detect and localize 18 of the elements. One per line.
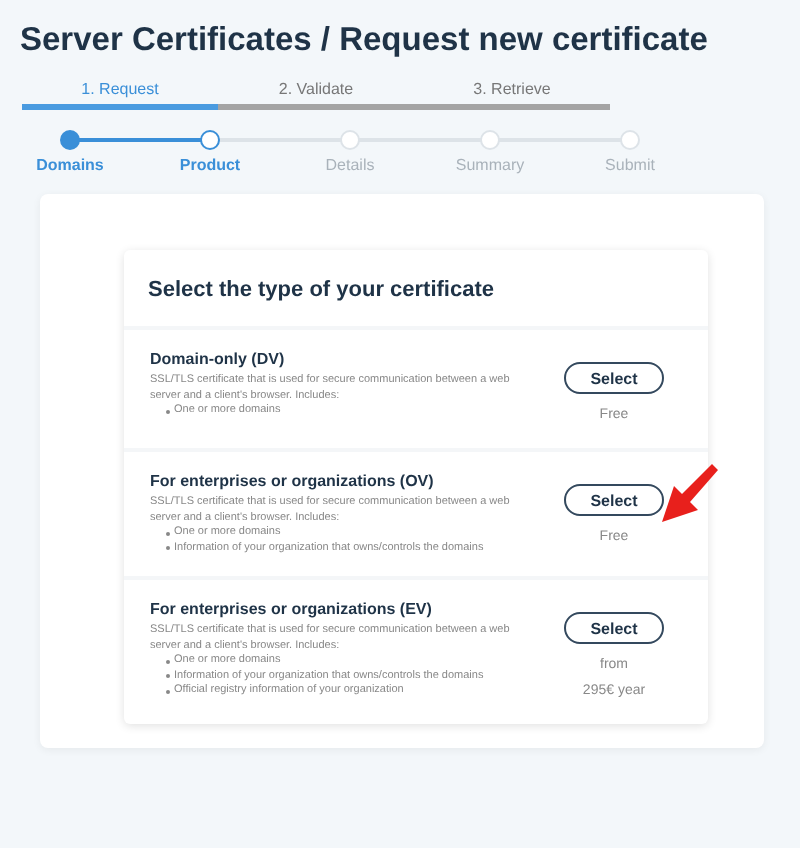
wizard-tab[interactable]: 2. Validate [218, 80, 414, 110]
step-label: Product [179, 156, 241, 174]
arrow-icon [656, 460, 724, 528]
select-button[interactable]: Select [564, 362, 664, 394]
select-button[interactable]: Select [564, 612, 664, 644]
option-name: For enterprises or organizations (OV) [150, 472, 436, 490]
wizard-tab[interactable]: 3. Retrieve [414, 80, 610, 110]
card-title: Select the type of your certificate [146, 276, 496, 306]
option-name: For enterprises or organizations (EV) [150, 600, 434, 618]
select-button[interactable]: Select [564, 484, 664, 516]
step-label: Domains [36, 156, 104, 174]
step-label: Submit [605, 156, 655, 174]
option-name: Domain-only (DV) [150, 350, 287, 368]
page-title: Server Certificates / Request new certificate [18, 20, 710, 62]
step-label: Details [325, 156, 375, 174]
step-dot[interactable] [200, 130, 220, 150]
step-label: Summary [455, 156, 525, 174]
step-dot[interactable] [60, 130, 80, 150]
